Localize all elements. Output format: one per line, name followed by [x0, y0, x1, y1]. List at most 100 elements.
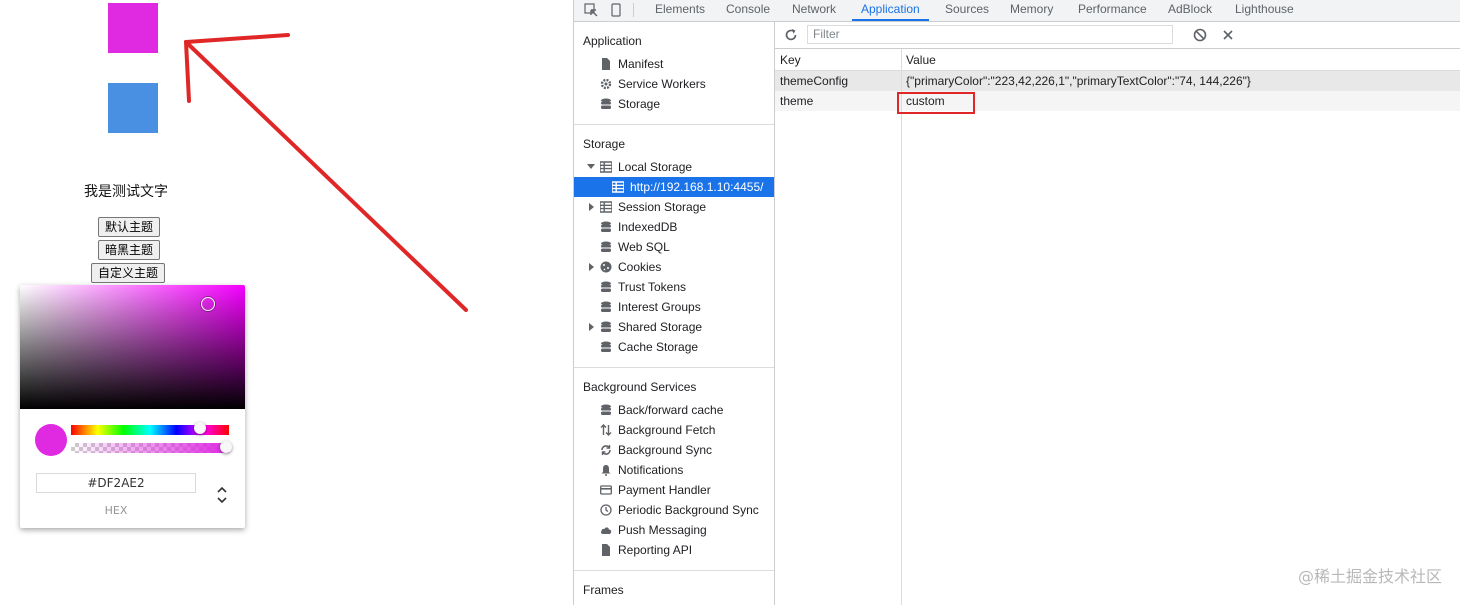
inspect-element-icon[interactable]	[584, 3, 598, 17]
gear-icon	[600, 78, 612, 90]
column-header-value[interactable]: Value	[906, 53, 936, 67]
database-icon	[601, 341, 611, 352]
table-row[interactable]: theme custom	[775, 91, 1460, 111]
tab-adblock[interactable]: AdBlock	[1168, 0, 1212, 21]
sidebar-item-shared-storage[interactable]: Shared Storage	[574, 317, 774, 337]
database-icon	[601, 98, 611, 109]
sidebar-item-notifications[interactable]: Notifications	[574, 460, 774, 480]
sidebar-item-local-storage[interactable]: Local Storage	[574, 157, 774, 177]
sidebar-item-label: Shared Storage	[618, 320, 703, 334]
tab-console[interactable]: Console	[726, 0, 770, 21]
sidebar-item-interest-groups[interactable]: Interest Groups	[574, 297, 774, 317]
sidebar-item-reporting-api[interactable]: Reporting API	[574, 540, 774, 560]
database-icon	[601, 281, 611, 292]
expand-caret-icon[interactable]	[589, 203, 594, 211]
highlight-box-annotation	[897, 92, 975, 114]
hex-input[interactable]: #DF2AE2	[36, 473, 196, 493]
sidebar-item-web-sql[interactable]: Web SQL	[574, 237, 774, 257]
tab-elements[interactable]: Elements	[655, 0, 705, 21]
sidebar-item-indexeddb[interactable]: IndexedDB	[574, 217, 774, 237]
tab-memory[interactable]: Memory	[1010, 0, 1053, 21]
section-title-storage: Storage	[583, 137, 626, 151]
sidebar-separator	[574, 367, 774, 368]
sidebar-item-label: IndexedDB	[618, 220, 678, 234]
sidebar-item-back-forward-cache[interactable]: Back/forward cache	[574, 400, 774, 420]
dark-theme-button[interactable]: 暗黑主题	[98, 240, 161, 260]
sidebar-item-label: Service Workers	[618, 77, 706, 91]
sidebar-item-service-workers[interactable]: Service Workers	[574, 74, 774, 94]
tab-sources[interactable]: Sources	[945, 0, 989, 21]
format-toggle-icon[interactable]	[213, 484, 231, 506]
expand-caret-icon[interactable]	[589, 263, 594, 271]
sidebar-separator	[574, 124, 774, 125]
document-icon	[602, 544, 610, 556]
sidebar-item-background-sync[interactable]: Background Sync	[574, 440, 774, 460]
alpha-slider-thumb[interactable]	[220, 441, 232, 453]
sidebar-item-label: Push Messaging	[618, 523, 707, 537]
row-key: theme	[780, 94, 814, 108]
column-header-key[interactable]: Key	[780, 53, 801, 67]
sidebar-item-label: Reporting API	[618, 543, 693, 557]
primary-color-square	[108, 3, 158, 53]
tab-divider	[633, 3, 634, 17]
devtools-tab-bar: Elements Console Network Application Sou…	[574, 0, 1460, 22]
section-title-background-services: Background Services	[583, 380, 697, 394]
expand-caret-icon[interactable]	[587, 164, 595, 169]
test-text: 我是测试文字	[84, 184, 168, 200]
sidebar-item-label: Cache Storage	[618, 340, 699, 354]
clock-icon	[600, 504, 612, 516]
sidebar-item-label: Cookies	[618, 260, 662, 274]
sidebar-item-label: Local Storage	[618, 160, 693, 174]
table-icon	[612, 181, 624, 193]
sidebar-item-storage[interactable]: Storage	[574, 94, 774, 114]
sidebar-item-payment-handler[interactable]: Payment Handler	[574, 480, 774, 500]
table-row[interactable]: themeConfig {"primaryColor":"223,42,226,…	[775, 71, 1460, 91]
sidebar-item-local-storage-origin[interactable]: http://192.168.1.10:4455/	[574, 177, 774, 197]
custom-theme-button[interactable]: 自定义主题	[91, 263, 166, 283]
sidebar-item-session-storage[interactable]: Session Storage	[574, 197, 774, 217]
default-theme-button[interactable]: 默认主题	[98, 217, 161, 237]
delete-selected-icon[interactable]	[1221, 28, 1235, 42]
hue-slider-thumb[interactable]	[194, 422, 206, 434]
sidebar-item-label: Payment Handler	[618, 483, 711, 497]
sidebar-item-background-fetch[interactable]: Background Fetch	[574, 420, 774, 440]
annotation-arrow	[184, 33, 468, 312]
refresh-icon[interactable]	[784, 28, 798, 42]
section-title-frames: Frames	[583, 583, 624, 597]
saturation-handle[interactable]	[201, 297, 215, 311]
tab-application[interactable]: Application	[852, 0, 929, 21]
sidebar-separator	[574, 570, 774, 571]
database-icon	[601, 241, 611, 252]
sidebar-item-push-messaging[interactable]: Push Messaging	[574, 520, 774, 540]
sidebar-item-label: Manifest	[618, 57, 664, 71]
document-icon	[602, 58, 610, 70]
sidebar-item-label: Storage	[618, 97, 661, 111]
cloud-icon	[601, 527, 612, 534]
sidebar-item-cache-storage[interactable]: Cache Storage	[574, 337, 774, 357]
filter-input[interactable]: Filter	[807, 25, 1173, 44]
sidebar-item-cookies[interactable]: Cookies	[574, 257, 774, 277]
tab-lighthouse[interactable]: Lighthouse	[1235, 0, 1294, 21]
sync-icon	[601, 445, 611, 455]
watermark: @稀土掘金技术社区	[1297, 567, 1442, 586]
tab-network[interactable]: Network	[792, 0, 836, 21]
alpha-slider[interactable]	[71, 443, 229, 453]
sidebar-item-trust-tokens[interactable]: Trust Tokens	[574, 277, 774, 297]
color-preview-swatch	[35, 424, 67, 456]
expand-caret-icon[interactable]	[589, 323, 594, 331]
clear-all-icon[interactable]	[1193, 28, 1207, 42]
sidebar-item-manifest[interactable]: Manifest	[574, 54, 774, 74]
sidebar-item-label: Interest Groups	[618, 300, 701, 314]
table-header: Key Value	[775, 49, 1460, 71]
color-picker: #DF2AE2 HEX	[20, 285, 245, 528]
database-icon	[601, 321, 611, 332]
sidebar-item-label: Background Fetch	[618, 423, 716, 437]
tab-performance[interactable]: Performance	[1078, 0, 1147, 21]
section-title-application: Application	[583, 34, 642, 48]
device-toolbar-icon[interactable]	[609, 3, 623, 17]
column-divider[interactable]	[901, 49, 902, 605]
cookie-icon	[600, 261, 612, 273]
sidebar-item-label: Session Storage	[618, 200, 707, 214]
sidebar-item-label: Trust Tokens	[618, 280, 687, 294]
sidebar-item-periodic-background-sync[interactable]: Periodic Background Sync	[574, 500, 774, 520]
